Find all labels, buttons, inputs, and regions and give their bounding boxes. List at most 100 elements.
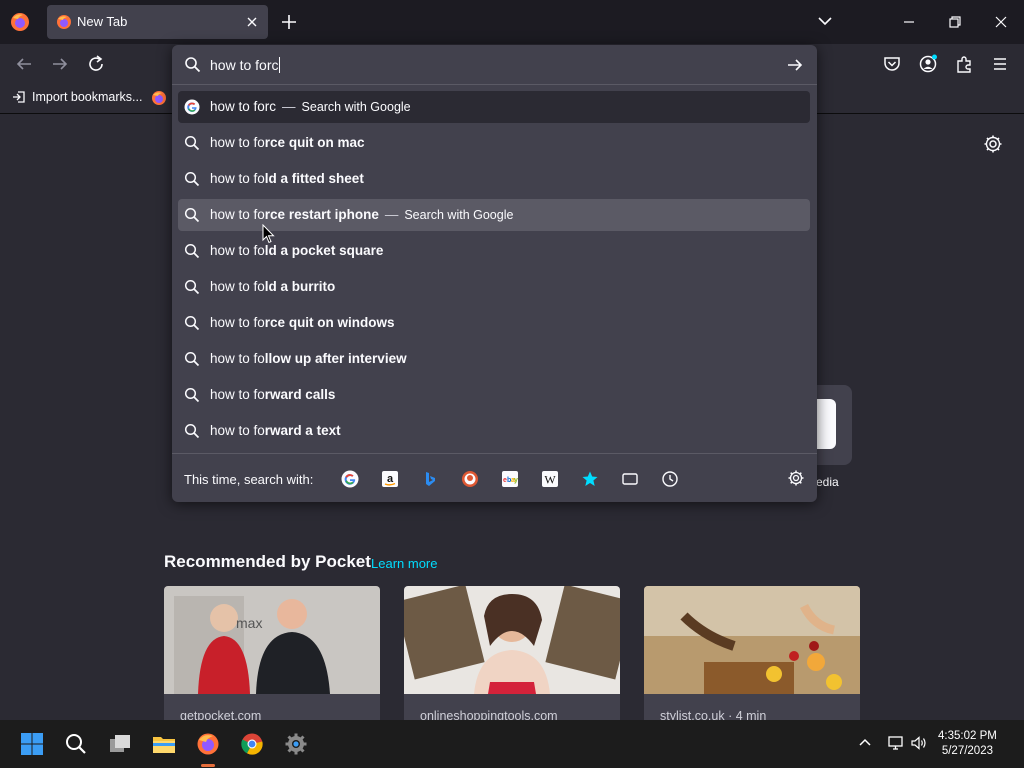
search-icon[interactable] [64,732,88,756]
suggestion-heuristic[interactable]: how to forc — Search with Google [178,91,810,123]
suggestion-completion: rce quit on mac [264,135,365,150]
back-arrow-icon[interactable] [13,53,35,75]
history-icon[interactable] [661,470,679,488]
duckduckgo-icon[interactable] [461,470,479,488]
suggestion-prefix: how to fo [210,423,265,438]
bookmarks-star-icon[interactable] [581,470,599,488]
suggestion-prefix: how to fo [210,243,265,258]
search-icon [184,315,200,331]
suggestion-row[interactable]: how to force quit on mac [178,127,810,159]
network-icon[interactable] [887,734,905,752]
settings-gear-icon[interactable] [284,732,308,756]
suggestion-row[interactable]: how to forward a text [178,415,810,447]
suggestion-prefix: how to fo [210,279,265,294]
windows-start-icon[interactable] [20,732,44,756]
suggestion-completion: ld a fitted sheet [264,171,364,186]
url-input[interactable]: how to forc [172,45,817,85]
system-clock[interactable]: 4:35:02 PM 5/27/2023 [938,729,997,759]
file-explorer-icon[interactable] [152,732,176,756]
amazon-icon[interactable]: a [381,470,399,488]
suggestion-prefix: how to fo [210,135,265,150]
clock-date: 5/27/2023 [941,745,993,757]
search-icon [184,423,200,439]
learn-more-link[interactable]: Learn more [371,556,437,571]
suggestion-row[interactable]: how to force quit on windows [178,307,810,339]
hamburger-menu-icon[interactable] [989,53,1011,75]
google-icon [184,99,200,115]
suggestion-text: how to forc [210,99,277,114]
suggestion-row[interactable]: how to forward calls [178,379,810,411]
minimize-icon[interactable] [897,10,921,34]
svg-text:y: y [514,477,518,484]
card-image [644,586,860,694]
import-bookmarks-link[interactable]: Import bookmarks... [12,90,142,104]
firefox-icon[interactable] [196,732,220,756]
suggestion-completion: ld a pocket square [264,243,384,258]
bing-icon[interactable] [421,470,439,488]
pocket-card[interactable]: stylist.co.uk · 4 min [644,586,860,726]
svg-text:a: a [387,473,394,485]
restore-icon[interactable] [943,10,967,34]
go-arrow-icon[interactable] [785,55,805,75]
search-icon [185,57,201,73]
extensions-icon[interactable] [953,53,975,75]
search-icon [184,243,200,259]
mouse-cursor-icon [262,224,275,244]
svg-text:W: W [544,473,556,487]
svg-text:max: max [236,615,262,631]
clock-time: 4:35:02 PM [938,730,997,742]
url-input-value[interactable]: how to forc [210,57,280,73]
card-image: max [164,586,380,694]
volume-icon[interactable] [910,734,928,752]
wikipedia-icon[interactable]: W [541,470,559,488]
suggestion-row[interactable]: how to fold a fitted sheet [178,163,810,195]
close-window-icon[interactable] [989,10,1013,34]
account-icon[interactable] [917,53,939,75]
one-off-search-bar: This time, search with: a ebay W [172,453,817,502]
suggestion-prefix: how to fo [210,171,265,186]
chrome-icon[interactable] [240,732,264,756]
suggestion-completion: ld a burrito [264,279,336,294]
suggestion-prefix: how to fo [210,207,265,222]
search-icon [184,351,200,367]
reload-icon[interactable] [85,53,107,75]
firefox-icon [152,91,166,105]
suggestion-row[interactable]: how to fold a burrito [178,271,810,303]
search-icon [184,207,200,223]
suggestion-prefix: how to fo [210,315,265,330]
gear-icon[interactable] [982,133,1004,155]
firefox-view-icon[interactable] [8,10,32,34]
pocket-heading: Recommended by Pocket [164,552,371,571]
search-settings-gear-icon[interactable] [787,469,805,487]
search-icon [184,135,200,151]
tab-new-tab[interactable]: New Tab [47,5,268,39]
suggestion-completion: rce quit on windows [264,315,395,330]
tabs-icon[interactable] [621,470,639,488]
pocket-save-icon[interactable] [881,53,903,75]
chevron-down-icon[interactable] [814,10,836,32]
forward-arrow-icon[interactable] [49,53,71,75]
google-icon[interactable] [341,470,359,488]
pocket-card[interactable]: max getpocket.com [164,586,380,726]
tab-title: New Tab [77,14,128,29]
suggestion-completion: rward a text [264,423,341,438]
suggestion-action: Search with Google [404,208,514,222]
card-image [404,586,620,694]
pocket-card[interactable]: onlineshoppingtools.com [404,586,620,726]
search-icon [184,387,200,403]
suggestion-row[interactable]: how to follow up after interview [178,343,810,375]
chevron-up-icon[interactable] [856,734,874,752]
suggestion-completion: llow up after interview [264,351,407,366]
search-icon [184,279,200,295]
suggestion-prefix: how to fo [210,387,265,402]
import-icon [13,91,25,103]
firefox-icon [57,15,71,29]
new-tab-plus-icon[interactable] [278,11,300,33]
top-site-label: edia [816,475,839,489]
ebay-icon[interactable]: ebay [501,470,519,488]
task-view-icon[interactable] [108,732,132,756]
bookmark-firefox[interactable] [151,90,167,106]
close-tab-icon[interactable] [242,12,262,32]
active-app-indicator [201,764,215,767]
suggestion-prefix: how to fo [210,351,265,366]
